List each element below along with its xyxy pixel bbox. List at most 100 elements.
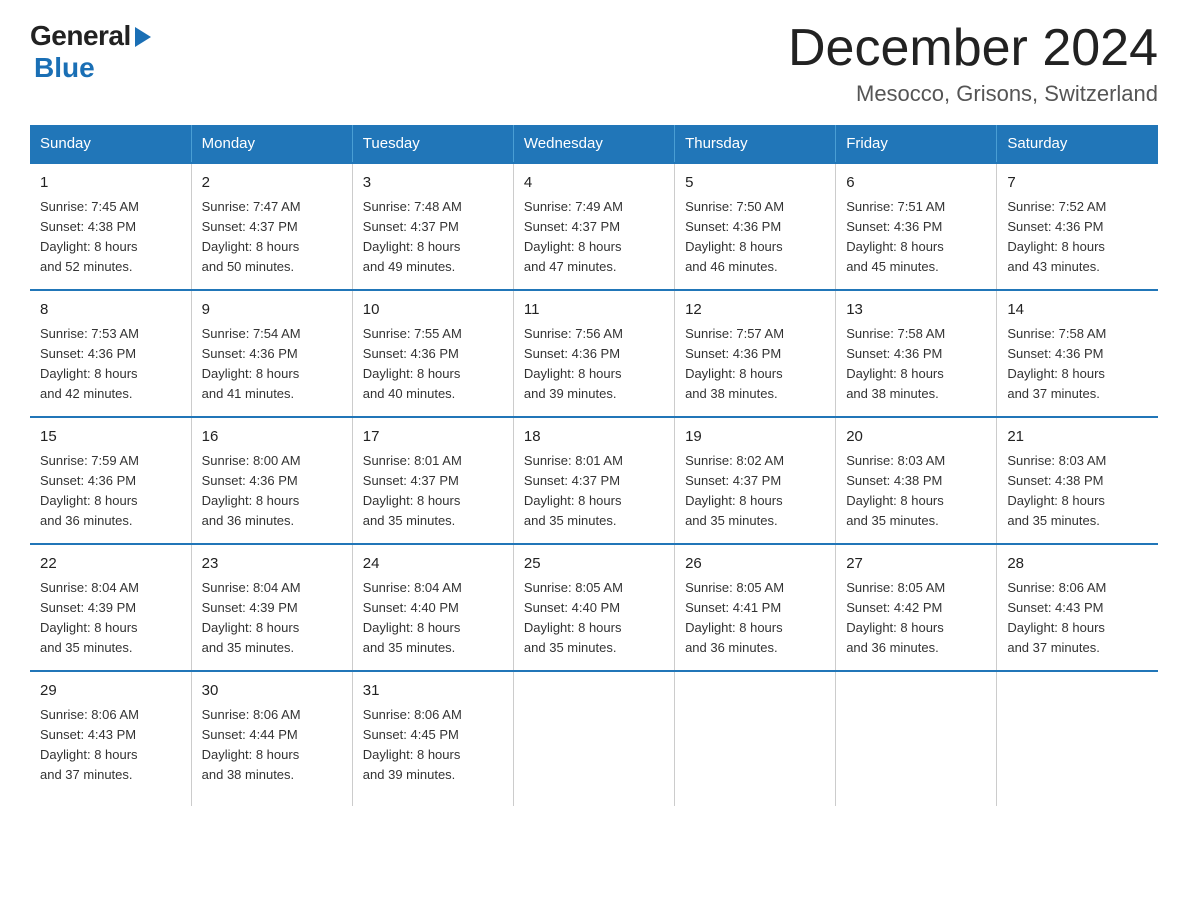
title-area: December 2024 Mesocco, Grisons, Switzerl… xyxy=(788,20,1158,107)
day-of-week-monday: Monday xyxy=(191,125,352,163)
day-info: Sunrise: 8:06 AMSunset: 4:44 PMDaylight:… xyxy=(202,705,342,786)
week-row-3: 15Sunrise: 7:59 AMSunset: 4:36 PMDayligh… xyxy=(30,417,1158,544)
calendar-cell: 12Sunrise: 7:57 AMSunset: 4:36 PMDayligh… xyxy=(675,290,836,417)
day-info: Sunrise: 7:49 AMSunset: 4:37 PMDaylight:… xyxy=(524,197,664,278)
day-info: Sunrise: 8:05 AMSunset: 4:42 PMDaylight:… xyxy=(846,578,986,659)
day-info: Sunrise: 7:47 AMSunset: 4:37 PMDaylight:… xyxy=(202,197,342,278)
calendar-cell: 26Sunrise: 8:05 AMSunset: 4:41 PMDayligh… xyxy=(675,544,836,671)
calendar-cell xyxy=(836,671,997,805)
day-info: Sunrise: 7:53 AMSunset: 4:36 PMDaylight:… xyxy=(40,324,181,405)
logo-general-text: General xyxy=(30,20,131,52)
day-info: Sunrise: 8:06 AMSunset: 4:43 PMDaylight:… xyxy=(40,705,181,786)
day-of-week-thursday: Thursday xyxy=(675,125,836,163)
calendar-cell: 13Sunrise: 7:58 AMSunset: 4:36 PMDayligh… xyxy=(836,290,997,417)
day-number: 22 xyxy=(40,553,181,576)
calendar-cell: 28Sunrise: 8:06 AMSunset: 4:43 PMDayligh… xyxy=(997,544,1158,671)
logo-blue-text: Blue xyxy=(34,52,95,84)
calendar-body: 1Sunrise: 7:45 AMSunset: 4:38 PMDaylight… xyxy=(30,163,1158,805)
day-of-week-sunday: Sunday xyxy=(30,125,191,163)
day-of-week-tuesday: Tuesday xyxy=(352,125,513,163)
header: General Blue December 2024 Mesocco, Gris… xyxy=(30,20,1158,107)
calendar-cell: 23Sunrise: 8:04 AMSunset: 4:39 PMDayligh… xyxy=(191,544,352,671)
calendar-cell: 19Sunrise: 8:02 AMSunset: 4:37 PMDayligh… xyxy=(675,417,836,544)
calendar-cell: 17Sunrise: 8:01 AMSunset: 4:37 PMDayligh… xyxy=(352,417,513,544)
day-info: Sunrise: 7:57 AMSunset: 4:36 PMDaylight:… xyxy=(685,324,825,405)
calendar-cell: 27Sunrise: 8:05 AMSunset: 4:42 PMDayligh… xyxy=(836,544,997,671)
page-subtitle: Mesocco, Grisons, Switzerland xyxy=(788,81,1158,107)
day-info: Sunrise: 8:01 AMSunset: 4:37 PMDaylight:… xyxy=(363,451,503,532)
day-info: Sunrise: 7:55 AMSunset: 4:36 PMDaylight:… xyxy=(363,324,503,405)
day-number: 27 xyxy=(846,553,986,576)
day-info: Sunrise: 8:06 AMSunset: 4:45 PMDaylight:… xyxy=(363,705,503,786)
calendar-cell: 24Sunrise: 8:04 AMSunset: 4:40 PMDayligh… xyxy=(352,544,513,671)
calendar-cell: 6Sunrise: 7:51 AMSunset: 4:36 PMDaylight… xyxy=(836,163,997,290)
day-number: 24 xyxy=(363,553,503,576)
calendar-cell: 21Sunrise: 8:03 AMSunset: 4:38 PMDayligh… xyxy=(997,417,1158,544)
calendar-cell: 29Sunrise: 8:06 AMSunset: 4:43 PMDayligh… xyxy=(30,671,191,805)
day-info: Sunrise: 7:51 AMSunset: 4:36 PMDaylight:… xyxy=(846,197,986,278)
day-number: 2 xyxy=(202,172,342,195)
day-number: 19 xyxy=(685,426,825,449)
day-number: 12 xyxy=(685,299,825,322)
day-info: Sunrise: 7:45 AMSunset: 4:38 PMDaylight:… xyxy=(40,197,181,278)
day-number: 11 xyxy=(524,299,664,322)
day-number: 28 xyxy=(1007,553,1148,576)
week-row-5: 29Sunrise: 8:06 AMSunset: 4:43 PMDayligh… xyxy=(30,671,1158,805)
day-info: Sunrise: 8:04 AMSunset: 4:40 PMDaylight:… xyxy=(363,578,503,659)
calendar-cell: 3Sunrise: 7:48 AMSunset: 4:37 PMDaylight… xyxy=(352,163,513,290)
calendar-cell: 1Sunrise: 7:45 AMSunset: 4:38 PMDaylight… xyxy=(30,163,191,290)
day-number: 20 xyxy=(846,426,986,449)
calendar-cell xyxy=(513,671,674,805)
day-info: Sunrise: 8:03 AMSunset: 4:38 PMDaylight:… xyxy=(846,451,986,532)
calendar-cell: 16Sunrise: 8:00 AMSunset: 4:36 PMDayligh… xyxy=(191,417,352,544)
calendar-cell: 8Sunrise: 7:53 AMSunset: 4:36 PMDaylight… xyxy=(30,290,191,417)
day-number: 7 xyxy=(1007,172,1148,195)
calendar-cell: 31Sunrise: 8:06 AMSunset: 4:45 PMDayligh… xyxy=(352,671,513,805)
day-number: 23 xyxy=(202,553,342,576)
day-info: Sunrise: 8:04 AMSunset: 4:39 PMDaylight:… xyxy=(40,578,181,659)
day-number: 14 xyxy=(1007,299,1148,322)
day-of-week-friday: Friday xyxy=(836,125,997,163)
day-number: 15 xyxy=(40,426,181,449)
day-of-week-wednesday: Wednesday xyxy=(513,125,674,163)
day-info: Sunrise: 7:52 AMSunset: 4:36 PMDaylight:… xyxy=(1007,197,1148,278)
day-info: Sunrise: 8:04 AMSunset: 4:39 PMDaylight:… xyxy=(202,578,342,659)
day-number: 8 xyxy=(40,299,181,322)
day-info: Sunrise: 8:05 AMSunset: 4:40 PMDaylight:… xyxy=(524,578,664,659)
week-row-4: 22Sunrise: 8:04 AMSunset: 4:39 PMDayligh… xyxy=(30,544,1158,671)
logo: General Blue xyxy=(30,20,151,84)
day-number: 9 xyxy=(202,299,342,322)
day-info: Sunrise: 7:58 AMSunset: 4:36 PMDaylight:… xyxy=(846,324,986,405)
day-of-week-saturday: Saturday xyxy=(997,125,1158,163)
day-info: Sunrise: 8:00 AMSunset: 4:36 PMDaylight:… xyxy=(202,451,342,532)
day-number: 31 xyxy=(363,680,503,703)
calendar-cell: 22Sunrise: 8:04 AMSunset: 4:39 PMDayligh… xyxy=(30,544,191,671)
day-info: Sunrise: 7:50 AMSunset: 4:36 PMDaylight:… xyxy=(685,197,825,278)
day-number: 3 xyxy=(363,172,503,195)
calendar-cell: 11Sunrise: 7:56 AMSunset: 4:36 PMDayligh… xyxy=(513,290,674,417)
day-number: 6 xyxy=(846,172,986,195)
day-number: 30 xyxy=(202,680,342,703)
day-number: 13 xyxy=(846,299,986,322)
day-number: 25 xyxy=(524,553,664,576)
day-number: 16 xyxy=(202,426,342,449)
day-number: 26 xyxy=(685,553,825,576)
calendar-cell xyxy=(997,671,1158,805)
days-of-week-row: SundayMondayTuesdayWednesdayThursdayFrid… xyxy=(30,125,1158,163)
day-number: 1 xyxy=(40,172,181,195)
day-info: Sunrise: 8:05 AMSunset: 4:41 PMDaylight:… xyxy=(685,578,825,659)
calendar-cell: 5Sunrise: 7:50 AMSunset: 4:36 PMDaylight… xyxy=(675,163,836,290)
page-title: December 2024 xyxy=(788,20,1158,77)
day-number: 29 xyxy=(40,680,181,703)
day-info: Sunrise: 8:03 AMSunset: 4:38 PMDaylight:… xyxy=(1007,451,1148,532)
day-info: Sunrise: 7:56 AMSunset: 4:36 PMDaylight:… xyxy=(524,324,664,405)
calendar-cell: 7Sunrise: 7:52 AMSunset: 4:36 PMDaylight… xyxy=(997,163,1158,290)
calendar-cell xyxy=(675,671,836,805)
day-info: Sunrise: 7:54 AMSunset: 4:36 PMDaylight:… xyxy=(202,324,342,405)
calendar-cell: 15Sunrise: 7:59 AMSunset: 4:36 PMDayligh… xyxy=(30,417,191,544)
day-info: Sunrise: 7:59 AMSunset: 4:36 PMDaylight:… xyxy=(40,451,181,532)
day-number: 18 xyxy=(524,426,664,449)
calendar-cell: 2Sunrise: 7:47 AMSunset: 4:37 PMDaylight… xyxy=(191,163,352,290)
day-number: 10 xyxy=(363,299,503,322)
day-number: 4 xyxy=(524,172,664,195)
